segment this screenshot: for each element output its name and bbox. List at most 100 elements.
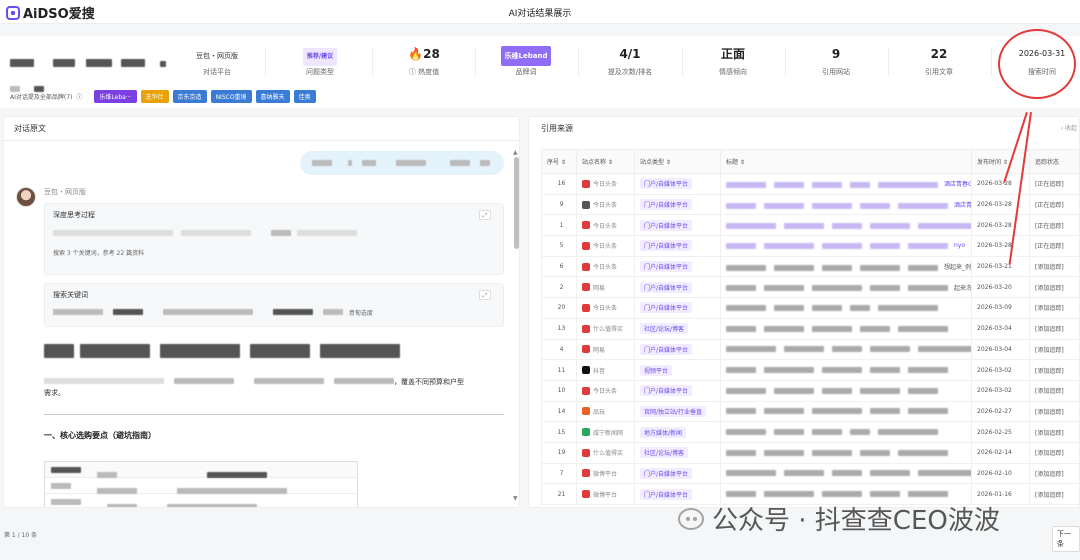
row-status[interactable]: [添加追踪] <box>1029 297 1079 319</box>
row-status[interactable]: [添加追踪] <box>1029 338 1079 361</box>
row-type: 门户/自媒体平台 <box>634 297 721 319</box>
row-status[interactable]: [正在追踪] <box>1029 173 1079 195</box>
brand-word-tag: 乐维Leband <box>500 46 552 66</box>
next-button[interactable]: 下一条 <box>1052 526 1080 552</box>
site-icon <box>582 262 590 271</box>
scrollbar-thumb[interactable] <box>514 157 519 249</box>
brand-chip[interactable]: 芝华仕 <box>140 90 169 103</box>
question-type-tag: 推荐/建议 <box>302 48 338 66</box>
table-row[interactable]: 13 什么值得买 社区/论坛/博客 2026-03-04 [添加追踪] <box>541 317 1079 340</box>
row-title[interactable] <box>720 297 972 319</box>
divider <box>578 48 579 76</box>
row-type: 视频平台 <box>634 359 721 381</box>
site-icon <box>582 490 590 499</box>
col-title[interactable]: 标题 ⇕ <box>720 149 972 174</box>
table-row[interactable]: 2网易门户/自媒体平台起来洗)】2026-03-20[添加追踪] <box>541 276 1079 299</box>
row-status[interactable]: [添加追踪] <box>1029 421 1079 443</box>
brand-chip[interactable]: 乐维Leba··· <box>94 90 137 103</box>
collapse-button[interactable]: ‹ 收起 <box>1061 123 1077 132</box>
row-status[interactable]: [正在追踪] <box>1029 214 1079 237</box>
row-site: 今日头条 <box>576 214 635 237</box>
row-type: 门户/自媒体平台 <box>634 255 721 278</box>
row-type: 门户/自媒体平台 <box>634 214 721 237</box>
row-date: 2026-03-02 <box>971 359 1030 381</box>
table-row[interactable]: 7 微博平台 门户/自媒体平台 2026-02-10 [添加追踪] <box>541 462 1079 485</box>
table-row[interactable]: 1今日头条门户/自媒体平台酒店青春GEO2026-03-28[正在追踪] <box>541 214 1079 237</box>
brand-chip[interactable]: 喜纳雅天 <box>255 90 290 103</box>
row-status[interactable]: [添加追踪] <box>1029 462 1079 485</box>
row-title[interactable]: 酒店青春GEO <box>720 193 972 216</box>
col-status[interactable]: 追踪状态 <box>1029 149 1079 174</box>
row-status[interactable]: [添加追踪] <box>1029 317 1079 340</box>
row-status[interactable]: [添加追踪] <box>1029 359 1079 381</box>
row-status[interactable]: [添加追踪] <box>1029 483 1079 505</box>
brand-chip[interactable]: 京东京造 <box>172 90 207 103</box>
platform-value: 豆包・网页版 <box>196 52 238 60</box>
expand-icon[interactable]: ⤢ <box>479 210 491 220</box>
row-title[interactable] <box>720 338 972 361</box>
table-row[interactable]: 6今日头条门户/自媒体平台想起来_例下强意味浓的···2026-03-21[添加… <box>541 255 1079 278</box>
table-row[interactable]: 16今日头条门户/自媒体平台酒店青春GEO2026-03-28[正在追踪] <box>541 173 1079 195</box>
row-title[interactable]: nyo <box>720 235 972 257</box>
answer-heading-redacted <box>44 343 400 362</box>
row-title[interactable] <box>720 379 972 402</box>
help-icon[interactable]: ⓘ <box>76 92 82 101</box>
table-row[interactable]: 19 什么值得买 社区/论坛/博客 2026-02-14 [添加追踪] <box>541 441 1079 464</box>
deep-thinking-card: 深度思考过程 ⤢ 搜索 3 个关键词，参考 22 篇资料 <box>44 203 504 275</box>
table-row[interactable]: 11 抖音 视频平台 2026-03-02 [添加追踪] <box>541 359 1079 381</box>
platform-label: 对话平台 <box>203 68 231 76</box>
row-title[interactable] <box>720 462 972 485</box>
sources-table: 序号 ⇕ 站点名称 ⇕ 站点类型 ⇕ 标题 ⇕ 发布时间 ⇕ 追踪状态 16 今日… <box>541 149 1079 505</box>
row-no: 20 <box>541 297 577 319</box>
row-title[interactable] <box>720 359 972 381</box>
stat-cited-articles: 22 引用文章 <box>889 46 989 77</box>
row-status[interactable]: [添加追踪] <box>1029 441 1079 464</box>
cited-articles-value: 22 <box>930 47 948 61</box>
brand-chip[interactable]: 佳奥 <box>293 90 316 103</box>
col-type[interactable]: 站点类型 ⇕ <box>634 149 721 174</box>
scroll-down-icon[interactable]: ▼ <box>513 495 518 502</box>
row-no: 6 <box>541 255 577 278</box>
table-row[interactable]: 15 咸宁新闻网 地方媒体/新闻 2026-02-25 [添加追踪] <box>541 421 1079 443</box>
row-title[interactable] <box>720 400 972 423</box>
row-title[interactable] <box>720 317 972 340</box>
brand-chip[interactable]: NISCO重境 <box>210 90 252 103</box>
row-status[interactable]: [正在追踪] <box>1029 235 1079 257</box>
page-title: AI对话结果展示 <box>508 9 572 19</box>
row-no: 21 <box>541 483 577 505</box>
row-title[interactable]: 酒店青春GEO <box>720 173 972 195</box>
table-row[interactable]: 14 品玩 官网/独立站/行业垂直 2026-02-27 [添加追踪] <box>541 400 1079 423</box>
row-date: 2026-03-09 <box>971 297 1030 319</box>
row-title[interactable]: 想起来_例下强意味浓的··· <box>720 255 972 278</box>
expand-icon[interactable]: ⤢ <box>479 290 491 300</box>
bot-name: 豆包・网页版 <box>44 188 86 196</box>
row-status[interactable]: [正在追踪] <box>1029 193 1079 216</box>
col-site[interactable]: 站点名称 ⇕ <box>576 149 635 174</box>
row-no: 15 <box>541 421 577 443</box>
row-type: 门户/自媒体平台 <box>634 276 721 299</box>
table-row[interactable]: 10 今日头条 门户/自媒体平台 2026-03-02 [添加追踪] <box>541 379 1079 402</box>
table-row[interactable]: 5 今日头条 门户/自媒体平台 nyo 2026-03-28 [正在追踪] <box>541 235 1079 257</box>
row-title[interactable]: 起来洗)】 <box>720 276 972 299</box>
table-row[interactable]: 9今日头条门户/自媒体平台酒店青春GEO2026-03-28[正在追踪] <box>541 193 1079 216</box>
row-title[interactable] <box>720 421 972 443</box>
row-site: 品玩 <box>576 400 635 423</box>
row-title[interactable]: 酒店青春GEO <box>720 214 972 237</box>
sentiment-label: 情感倾向 <box>719 68 747 76</box>
scrollbar[interactable]: ▲ ▼ <box>513 149 519 507</box>
row-status[interactable]: [添加追踪] <box>1029 255 1079 278</box>
row-no: 16 <box>541 173 577 195</box>
row-status[interactable]: [添加追踪] <box>1029 400 1079 423</box>
info-icon[interactable]: ⓘ <box>409 68 418 76</box>
table-row[interactable]: 20 今日头条 门户/自媒体平台 2026-03-09 [添加追踪] <box>541 297 1079 319</box>
watermark-text: 公众号 · 抖查查CEO波波 <box>712 506 1000 536</box>
col-no[interactable]: 序号 ⇕ <box>541 149 577 174</box>
row-site: 今日头条 <box>576 173 635 195</box>
scroll-up-icon[interactable]: ▲ <box>513 149 518 156</box>
row-status[interactable]: [添加追踪] <box>1029 379 1079 402</box>
row-status[interactable]: [添加追踪] <box>1029 276 1079 299</box>
fire-icon: 🔥 <box>408 47 424 61</box>
row-title[interactable] <box>720 441 972 464</box>
watermark: 公众号 · 抖查查CEO波波 <box>678 500 1000 537</box>
table-row[interactable]: 4 网易 门户/自媒体平台 2026-03-04 [添加追踪] <box>541 338 1079 361</box>
